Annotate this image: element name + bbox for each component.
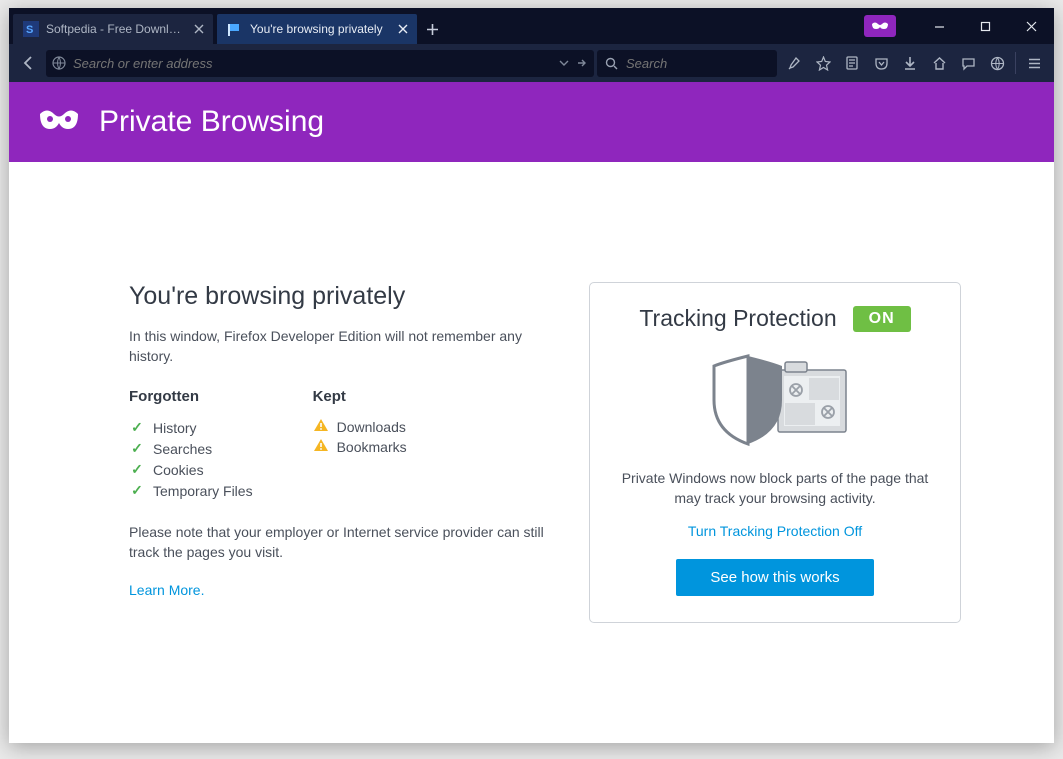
tab-label: You're browsing privately [250,22,388,36]
chat-icon[interactable] [954,49,982,77]
tab-softpedia[interactable]: S Softpedia - Free Downloa... [13,14,213,44]
downloads-icon[interactable] [896,49,924,77]
tracking-graphic [612,350,938,450]
menu-icon[interactable] [1020,49,1048,77]
bookmark-star-icon[interactable] [809,49,837,77]
page-body: You're browsing privately In this window… [9,162,1054,663]
check-icon: ✓ [129,461,145,478]
check-icon: ✓ [129,482,145,499]
tab-label: Softpedia - Free Downloa... [46,22,184,36]
tab-close-button[interactable] [191,21,207,37]
warning-icon [313,419,329,435]
urlbar-right-controls [559,57,588,69]
list-item-label: Bookmarks [337,439,407,455]
warning-icon [313,439,329,455]
address-bar[interactable] [46,50,594,77]
nav-toolbar [9,44,1054,82]
search-bar[interactable] [597,50,777,77]
list-item: ✓ Cookies [129,459,253,480]
tracking-protection-card: Tracking Protection ON [589,282,961,623]
info-column: You're browsing privately In this window… [129,282,549,623]
list-item-label: Downloads [337,419,406,435]
browser-window: S Softpedia - Free Downloa... You're bro… [9,8,1054,743]
lists-container: Forgotten ✓ History ✓ Searches ✓ Cookies ✓ T… [129,388,549,501]
mask-icon [37,108,81,137]
list-item: Bookmarks [313,437,407,457]
list-item-label: History [153,420,197,436]
search-input[interactable] [626,56,804,71]
go-button[interactable] [576,57,588,69]
list-item-label: Searches [153,441,212,457]
svg-text:S: S [26,24,33,36]
pocket-icon[interactable] [867,49,895,77]
learn-more-link[interactable]: Learn More. [129,582,204,598]
kept-column: Kept Downloads Bookmarks [313,388,407,501]
list-item-label: Cookies [153,462,204,478]
check-icon: ✓ [129,440,145,457]
titlebar: S Softpedia - Free Downloa... You're bro… [9,8,1054,44]
devtools-icon[interactable] [780,49,808,77]
back-button[interactable] [15,49,43,77]
private-flag-icon [227,21,243,37]
toolbar-icons [780,49,1048,77]
tracking-heading: Tracking Protection [639,305,836,332]
tracking-header: Tracking Protection ON [612,305,938,332]
forgotten-label: Forgotten [129,388,253,405]
check-icon: ✓ [129,419,145,436]
favicon-softpedia: S [23,21,39,37]
list-item: ✓ Searches [129,438,253,459]
identity-icon[interactable] [52,56,66,70]
titlebar-right [864,8,1054,44]
close-window-button[interactable] [1008,8,1054,44]
see-how-button[interactable]: See how this works [676,559,873,596]
history-dropdown-icon[interactable] [559,58,569,68]
list-item: ✓ Temporary Files [129,480,253,501]
tab-close-button[interactable] [395,21,411,37]
page-title: Private Browsing [99,105,324,139]
list-item: ✓ History [129,417,253,438]
search-icon [605,57,618,70]
webide-icon[interactable] [983,49,1011,77]
url-input[interactable] [73,56,552,71]
main-heading: You're browsing privately [129,282,549,311]
tracking-status-badge[interactable]: ON [853,306,911,332]
toolbar-separator [1015,52,1016,74]
kept-label: Kept [313,388,407,405]
list-item-label: Temporary Files [153,483,253,499]
forgotten-list: ✓ History ✓ Searches ✓ Cookies ✓ Temporary F… [129,417,253,501]
new-tab-button[interactable] [417,14,447,44]
home-icon[interactable] [925,49,953,77]
employer-note: Please note that your employer or Intern… [129,523,549,562]
minimize-button[interactable] [916,8,962,44]
main-subtext: In this window, Firefox Developer Editio… [129,327,549,366]
forgotten-column: Forgotten ✓ History ✓ Searches ✓ Cookies ✓ T… [129,388,253,501]
list-item: Downloads [313,417,407,437]
content-area: Private Browsing You're browsing private… [9,82,1054,743]
maximize-button[interactable] [962,8,1008,44]
private-header: Private Browsing [9,82,1054,162]
tab-private[interactable]: You're browsing privately [217,14,417,44]
private-mode-indicator [864,15,896,37]
kept-list: Downloads Bookmarks [313,417,407,457]
tab-strip: S Softpedia - Free Downloa... You're bro… [9,8,447,44]
tracking-description: Private Windows now block parts of the p… [612,468,938,509]
tracking-toggle-link[interactable]: Turn Tracking Protection Off [612,523,938,539]
reading-list-icon[interactable] [838,49,866,77]
